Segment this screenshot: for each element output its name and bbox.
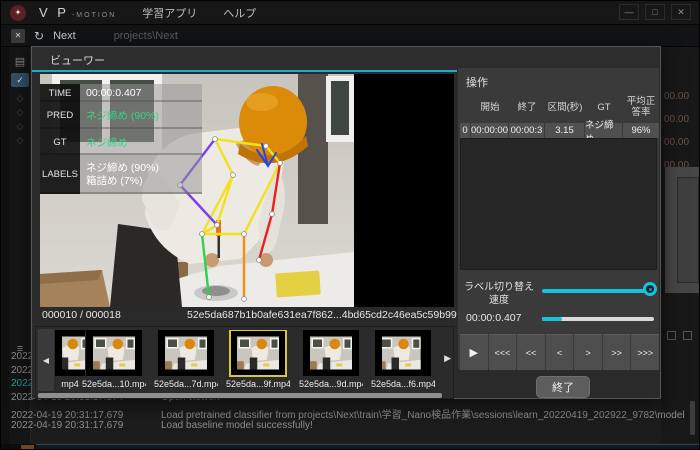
frame-counter: 000010 / 000018: [42, 309, 121, 321]
operation-title: 操作: [466, 74, 488, 90]
thumbnail[interactable]: mp4: [55, 330, 85, 392]
bg-value: 00.00: [664, 114, 689, 125]
overlay-gt-label: GT: [40, 129, 80, 155]
app-logo-icon: ✦: [10, 5, 26, 21]
bottom-strip: [1, 444, 700, 450]
tab-viewer[interactable]: ビューワー: [50, 52, 105, 68]
tag-icon[interactable]: ◇: [9, 135, 31, 146]
project-path: projects\Next: [114, 30, 178, 42]
menubar: ✦ V P -MOTION 学習アプリ ヘルプ — □ ✕: [1, 1, 700, 25]
seek-bar-fill: [542, 317, 562, 321]
right-arrow-icon: ▶: [444, 353, 451, 363]
menu-learning-app[interactable]: 学習アプリ: [142, 5, 197, 21]
log-entry[interactable]: 2022-04-19 20:31:17.679Load baseline mod…: [11, 420, 313, 431]
thumbnail[interactable]: 52e5da...7d.mp4: [154, 330, 218, 392]
bg-gray-panel: [665, 167, 700, 293]
brand: V P -MOTION: [39, 5, 116, 20]
tag-icon[interactable]: ◇: [9, 107, 31, 118]
filmstrip-prev-button[interactable]: ◀: [38, 329, 54, 391]
close-button[interactable]: ✕: [671, 4, 691, 20]
thumbnail[interactable]: 52e5da...f6.mp4: [371, 330, 435, 392]
project-name: Next: [53, 30, 76, 42]
menu-help[interactable]: ヘルプ: [223, 5, 256, 21]
step-forward-button[interactable]: >: [574, 334, 602, 370]
speed-slider[interactable]: [542, 289, 654, 293]
close-project-icon[interactable]: ✕: [11, 29, 25, 43]
dataset-icon[interactable]: ▤: [9, 55, 31, 68]
taskbar-accent: [21, 445, 34, 450]
overlay-labels-label: LABELS: [40, 155, 80, 194]
bg-inner-frame: [677, 177, 699, 283]
bg-value: 00.00: [664, 137, 689, 148]
speed-label: 速度: [458, 291, 540, 306]
brand-name: V P: [39, 5, 69, 20]
minimize-button[interactable]: —: [619, 4, 639, 20]
filmstrip-scrollbar[interactable]: [38, 393, 442, 398]
segments-table-header: 開始 終了 区間(秒) GT 平均正答率: [460, 92, 659, 122]
transport-bar: ▶ <<< << < > >> >>>: [460, 334, 659, 370]
video-canvas: TIME 00:00:0.407 PRED ネジ締め (90%) GT ネジ締め…: [40, 74, 454, 307]
fast-forward-button[interactable]: >>: [603, 334, 631, 370]
bg-value: 00.00: [664, 91, 689, 102]
speed-slider-knob[interactable]: [643, 282, 657, 296]
jump-start-button[interactable]: <<<: [489, 334, 517, 370]
video-status-line: 000010 / 000018 52e5da687b1b0afe631ea7f8…: [40, 309, 454, 323]
jump-end-button[interactable]: >>>: [631, 334, 659, 370]
filmstrip: ◀ mp4 52e5da...10.mp4 52e5da...7d.mp4 52…: [35, 326, 454, 399]
brand-sub: -MOTION: [72, 12, 116, 19]
check-icon: ✓: [16, 75, 24, 86]
sidebar-item-selected[interactable]: ✓: [11, 73, 29, 87]
delete-icon[interactable]: [683, 331, 692, 340]
tag-icon[interactable]: ◇: [9, 93, 31, 104]
segments-list-area: [460, 138, 657, 270]
refresh-icon[interactable]: ↻: [34, 29, 44, 43]
window-controls: — □ ✕: [619, 4, 691, 20]
playback-time: 00:00:0.407: [466, 312, 521, 324]
thumbnail[interactable]: 52e5da...10.mp4: [82, 330, 146, 392]
left-arrow-icon: ◀: [43, 356, 49, 365]
segments-table: 開始 終了 区間(秒) GT 平均正答率 0 00:00:00 00:00:3 …: [460, 92, 659, 138]
tag-icon[interactable]: ◇: [9, 121, 31, 132]
overlay-pred-label: PRED: [40, 102, 80, 129]
project-toolbar: ✕ ↻ Next projects\Next: [1, 25, 700, 47]
overlay-labels-value: ネジ締め (90%) 箱詰め (7%): [80, 155, 202, 194]
app-screen: ✦ V P -MOTION 学習アプリ ヘルプ — □ ✕ ✕ ↻ Next p…: [0, 0, 700, 450]
thumbnail[interactable]: 52e5da...9d.mp4: [299, 330, 363, 392]
overlay-gt-value: ネジ締め: [80, 129, 202, 155]
overlay-pred-value: ネジ締め (90%): [80, 102, 202, 129]
overlay-time-value: 00:00:0.407: [80, 84, 202, 102]
fast-rewind-button[interactable]: <<: [517, 334, 545, 370]
prediction-overlay: TIME 00:00:0.407 PRED ネジ締め (90%) GT ネジ締め…: [40, 84, 202, 194]
taskbar-edge: [36, 444, 700, 450]
log-scrollbar[interactable]: [690, 401, 695, 435]
segment-row[interactable]: 0 00:00:00 00:00:3 3.15 ネジ締め 96%: [460, 123, 659, 138]
filmstrip-next-button[interactable]: ▶: [444, 353, 451, 364]
maximize-button[interactable]: □: [645, 4, 665, 20]
viewer-window: ビューワー: [31, 46, 661, 399]
step-back-button[interactable]: <: [546, 334, 574, 370]
clipboard-icon[interactable]: [667, 331, 676, 340]
thumbnail-selected[interactable]: 52e5da...9f.mp4: [226, 330, 290, 392]
seek-bar[interactable]: [542, 317, 654, 321]
play-button[interactable]: ▶: [460, 334, 488, 370]
operation-panel: 操作 開始 終了 区間(秒) GT 平均正答率 0 00:00:00 00:00…: [457, 67, 660, 370]
video-filename: 52e5da687b1b0afe631ea7f862...4bd65cd2c46…: [187, 309, 483, 321]
exit-button[interactable]: 終了: [536, 376, 590, 398]
overlay-time-label: TIME: [40, 84, 80, 102]
